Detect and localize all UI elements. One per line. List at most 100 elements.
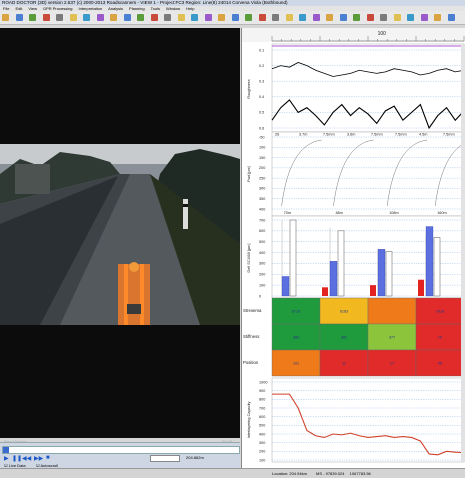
fwd-tick-label: 300 bbox=[259, 187, 265, 191]
capacity-tick-label: 400 bbox=[259, 432, 265, 436]
toolbar-button[interactable] bbox=[245, 14, 252, 21]
speed-slider[interactable] bbox=[150, 455, 180, 462]
toolbar-button[interactable] bbox=[83, 14, 90, 21]
toolbar-button[interactable] bbox=[299, 14, 306, 21]
matrix-cell-value: 46 bbox=[438, 362, 442, 366]
fwd-bottom-label: 70m bbox=[284, 211, 291, 215]
toolbar-button[interactable] bbox=[353, 14, 360, 21]
toolbar-button[interactable] bbox=[380, 14, 387, 21]
toolbar-button[interactable] bbox=[393, 14, 401, 21]
toolbar-button[interactable] bbox=[191, 14, 198, 21]
toolbar-button[interactable] bbox=[339, 14, 347, 21]
pause-icon[interactable]: ❚❚ bbox=[12, 455, 22, 462]
toolbar-button[interactable] bbox=[285, 14, 293, 21]
fwd-top-label: 26 bbox=[275, 133, 279, 137]
toolbar-button[interactable] bbox=[56, 14, 63, 21]
play-icon[interactable]: ▶ bbox=[4, 455, 9, 462]
fwd-top-label: 7.5mm bbox=[323, 133, 335, 137]
toolbar-button[interactable] bbox=[69, 14, 77, 21]
fwd-tick-label: 150 bbox=[259, 156, 265, 160]
toolbar-button[interactable] bbox=[29, 14, 36, 21]
toolbar-button[interactable] bbox=[326, 14, 333, 21]
fwd-top-label: 7.5mm bbox=[395, 133, 407, 137]
status-coords: 1067783.56 bbox=[349, 471, 371, 476]
matrix-cell-value: 7818 bbox=[436, 310, 444, 314]
road-video-frame bbox=[0, 144, 240, 325]
matrix-cell-value: 377 bbox=[389, 336, 395, 340]
bar-white bbox=[385, 251, 393, 297]
toolbar-button[interactable] bbox=[15, 14, 23, 21]
roughness-tick-label: 0.3 bbox=[259, 80, 264, 84]
bar-blue bbox=[329, 261, 338, 297]
fwd-tick-label: 400 bbox=[259, 207, 265, 211]
matrix-cell-value: 8716 bbox=[292, 310, 300, 314]
fwd-top-label: 7.5mm bbox=[443, 133, 455, 137]
bar-red bbox=[370, 285, 376, 296]
toolbar-button[interactable] bbox=[42, 14, 50, 21]
toolbar-button[interactable] bbox=[177, 14, 185, 21]
video-player-controls: ▶ ❚❚ ◀◀ ▶▶ ■ 204.862m ☑ Live Data ☑ Auto… bbox=[0, 442, 240, 469]
bar-tick-label: 600 bbox=[259, 229, 265, 233]
bar-tick-label: 300 bbox=[259, 262, 265, 266]
capacity-tick-label: 300 bbox=[259, 441, 265, 445]
roughness-tick-label: 0.2 bbox=[259, 64, 264, 68]
capacity-tick-label: 900 bbox=[259, 389, 265, 393]
fwd-bottom-label: 48m bbox=[335, 211, 342, 215]
capacity-tick-label: 200 bbox=[259, 450, 265, 454]
toolbar-button[interactable] bbox=[312, 14, 320, 21]
bar-blue bbox=[377, 249, 386, 297]
bar-white bbox=[433, 237, 441, 297]
toolbar-button[interactable] bbox=[150, 14, 158, 21]
bar-blue bbox=[281, 276, 290, 297]
bar-red bbox=[418, 279, 424, 296]
toolbar-button[interactable] bbox=[407, 14, 414, 21]
capacity-tick-label: 600 bbox=[259, 415, 265, 419]
forward-icon[interactable]: ▶▶ bbox=[34, 455, 43, 462]
fwd-tick-label: 350 bbox=[259, 197, 265, 201]
capacity-tick-label: 500 bbox=[259, 424, 265, 428]
vertical-scrollbar[interactable] bbox=[461, 44, 465, 462]
toolbar-button[interactable] bbox=[164, 14, 171, 21]
status-mid: MS - 97839.024 bbox=[316, 471, 345, 476]
bar-white bbox=[337, 230, 345, 297]
matrix-row-label: Position bbox=[243, 360, 259, 365]
matrix-cell-value: 383 bbox=[293, 336, 299, 340]
bar-tick-label: 200 bbox=[259, 273, 265, 277]
toolbar-button[interactable] bbox=[366, 14, 374, 21]
toolbar-button[interactable] bbox=[447, 14, 455, 21]
analysis-panels[interactable]: 100 0.1 0.2 0.3 0.4 0.5 0.6 Roughness -50 100 150 2… bbox=[241, 28, 465, 468]
fwd-tick-label: 200 bbox=[259, 166, 265, 170]
timeline-thumb[interactable] bbox=[3, 447, 9, 453]
toolbar-button[interactable] bbox=[123, 14, 131, 21]
toolbar-button[interactable] bbox=[231, 14, 239, 21]
toolbar-button[interactable] bbox=[137, 14, 144, 21]
matrix-row-label: Stiffness bbox=[243, 334, 259, 339]
matrix-cell-value: 75 bbox=[438, 336, 442, 340]
timeline-slider[interactable] bbox=[2, 446, 240, 454]
capacity-tick-label: 1000 bbox=[259, 380, 267, 384]
toolbar-button[interactable] bbox=[258, 14, 266, 21]
capacity-axis-label: Interlayering Capacity bbox=[247, 402, 251, 439]
fwd-top-label: 7.5mm bbox=[371, 133, 383, 137]
roughness-tick-label: 0.5 bbox=[259, 111, 264, 115]
toolbar-button[interactable] bbox=[204, 14, 212, 21]
analysis-charts: 100 0.1 0.2 0.3 0.4 0.5 0.6 Roughness -50 100 150 2… bbox=[242, 28, 465, 462]
road-scene bbox=[0, 144, 240, 325]
capacity-tick-label: 800 bbox=[259, 398, 265, 402]
ruler-label: 100 bbox=[378, 31, 387, 37]
toolbar-button[interactable] bbox=[434, 14, 441, 21]
matrix-cell bbox=[367, 297, 417, 325]
rewind-icon[interactable]: ◀◀ bbox=[22, 455, 31, 462]
toolbar-button[interactable] bbox=[2, 14, 9, 21]
bar-tick-label: 100 bbox=[259, 283, 265, 287]
stop-icon[interactable]: ■ bbox=[46, 455, 50, 461]
toolbar-button[interactable] bbox=[110, 14, 117, 21]
toolbar-button[interactable] bbox=[96, 14, 104, 21]
fwd-top-label: 3.6m bbox=[347, 133, 355, 137]
toolbar-button[interactable] bbox=[272, 14, 279, 21]
toolbar-button[interactable] bbox=[420, 14, 428, 21]
bar-tick-label: 500 bbox=[259, 240, 265, 244]
fwd-bottom-label: 160m bbox=[437, 211, 447, 215]
toolbar-button[interactable] bbox=[218, 14, 225, 21]
roughness-tick-label: 0.4 bbox=[259, 95, 264, 99]
